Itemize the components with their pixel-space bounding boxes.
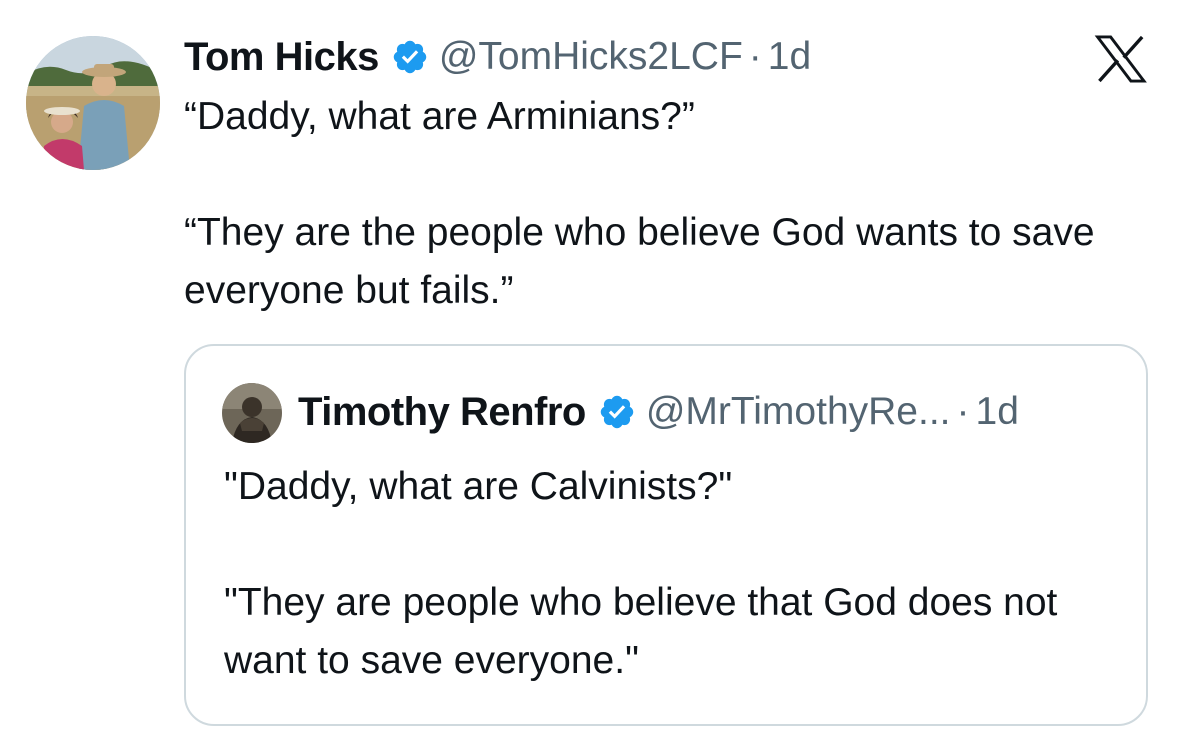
tweet-header: Tom Hicks @TomHicks2LCF · 1d <box>184 32 811 82</box>
tweet-text-line-1: “Daddy, what are Arminians?” <box>184 95 695 138</box>
author-name[interactable]: Tom Hicks <box>184 35 379 80</box>
quoted-author-handle[interactable]: @MrTimothyRe... <box>646 390 951 434</box>
tweet-text: “Daddy, what are Arminians?” “They are t… <box>184 88 1144 320</box>
author-handle[interactable]: @TomHicks2LCF <box>439 35 743 79</box>
quoted-author-name[interactable]: Timothy Renfro <box>298 390 586 435</box>
x-logo-icon[interactable] <box>1094 34 1148 84</box>
quoted-tweet-header: Timothy Renfro @MrTimothyRe... · 1d <box>298 386 1019 438</box>
verified-badge-icon <box>598 393 636 431</box>
author-avatar[interactable] <box>26 36 160 170</box>
separator-dot: · <box>748 35 762 78</box>
paragraph-spacer <box>224 516 1124 574</box>
quoted-tweet-timestamp[interactable]: 1d <box>976 390 1019 434</box>
tweet-text-line-2: “They are the people who believe God wan… <box>184 211 1106 312</box>
separator-dot: · <box>956 390 970 433</box>
quoted-author-avatar[interactable] <box>222 383 282 443</box>
quoted-text-line-2: "They are people who believe that God do… <box>224 581 1069 682</box>
tweet-timestamp[interactable]: 1d <box>768 35 811 79</box>
quoted-tweet-text: "Daddy, what are Calvinists?" "They are … <box>224 458 1124 690</box>
quoted-tweet[interactable]: Timothy Renfro @MrTimothyRe... · 1d "Dad… <box>184 344 1148 726</box>
tweet-card[interactable]: Tom Hicks @TomHicks2LCF · 1d “Daddy, wha… <box>0 0 1179 734</box>
paragraph-spacer <box>184 146 1144 204</box>
quoted-text-line-1: "Daddy, what are Calvinists?" <box>224 465 733 508</box>
verified-badge-icon <box>391 38 429 76</box>
